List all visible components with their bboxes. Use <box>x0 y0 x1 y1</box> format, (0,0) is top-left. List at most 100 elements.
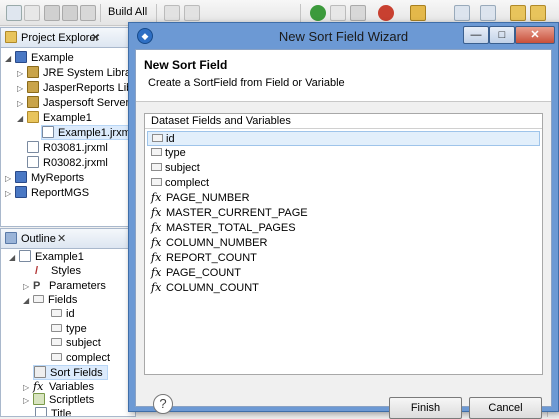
tree-item-jaspersoft-server-library[interactable]: ▷ Jaspersoft Server L <box>17 96 135 111</box>
project-explorer-panel: Project Explorer ✕ ◢ Example ▷ JRE System … <box>0 27 136 227</box>
project-icon <box>15 171 27 183</box>
finish-button[interactable]: Finish <box>389 397 462 419</box>
tree-item-label: Variables <box>49 381 95 393</box>
outline-item-scriptlets[interactable]: ▷ Scriptlets <box>23 393 94 408</box>
dialog-titlebar[interactable]: ◆ New Sort Field Wizard — □ ✕ <box>129 23 558 49</box>
next-annotation-icon[interactable] <box>454 5 470 21</box>
save-icon[interactable] <box>44 5 60 21</box>
cancel-button[interactable]: Cancel <box>469 397 542 419</box>
tree-item-label: R03081.jrxml <box>43 142 108 154</box>
variable-fx-icon: fx <box>151 221 162 234</box>
list-item-master-current-page[interactable]: fx MASTER_CURRENT_PAGE <box>147 206 540 221</box>
report-file-icon <box>42 126 54 138</box>
sort-fields-icon <box>34 366 46 378</box>
previous-annotation-icon[interactable] <box>480 5 496 21</box>
outline-item-subject[interactable]: subject <box>51 336 101 351</box>
tree-item-example1-jrxml[interactable]: Example1.jrxm <box>41 125 135 140</box>
redo-icon[interactable] <box>184 5 200 21</box>
list-item-column-number[interactable]: fx COLUMN_NUMBER <box>147 236 540 251</box>
run-dropdown-chevron-icon[interactable] <box>330 5 346 21</box>
project-explorer-tab[interactable]: Project Explorer <box>21 32 99 44</box>
tree-item-label: Example1.jrxm <box>58 127 131 139</box>
preview-icon[interactable] <box>350 5 366 21</box>
expand-arrow-icon[interactable]: ◢ <box>23 293 33 308</box>
collapsed-arrow-icon[interactable]: ▷ <box>17 66 27 81</box>
fields-icon <box>33 295 44 303</box>
outline-item-complect[interactable]: complect <box>51 351 110 366</box>
tree-item-r03081[interactable]: R03081.jrxml <box>27 141 108 156</box>
tree-item-label: Styles <box>51 265 81 277</box>
outline-item-sort-fields[interactable]: Sort Fields <box>33 365 108 380</box>
collapsed-arrow-icon[interactable]: ▷ <box>5 186 15 201</box>
list-item-report-count[interactable]: fx REPORT_COUNT <box>147 251 540 266</box>
list-item-column-count[interactable]: fx COLUMN_COUNT <box>147 281 540 296</box>
library-icon <box>27 66 39 78</box>
outline-item-type[interactable]: type <box>51 322 87 337</box>
list-item-label: PAGE_NUMBER <box>166 192 250 204</box>
minimize-button[interactable]: — <box>463 26 489 44</box>
tree-item-jasperreports-library[interactable]: ▷ JasperReports Libra <box>17 81 135 96</box>
collapsed-arrow-icon[interactable]: ▷ <box>17 96 27 111</box>
new-dropdown-chevron-icon[interactable] <box>24 5 40 21</box>
list-item-id[interactable]: id <box>147 131 540 146</box>
outline-item-example1[interactable]: ◢ Example1 <box>9 250 84 265</box>
new-sort-field-wizard-dialog: ◆ New Sort Field Wizard — □ ✕ New Sort F… <box>128 22 559 419</box>
build-all-button[interactable]: Build All <box>108 6 147 18</box>
window-close-button[interactable]: ✕ <box>515 26 555 44</box>
print-icon[interactable] <box>80 5 96 21</box>
outline-tab[interactable]: Outline <box>21 233 56 245</box>
field-icon <box>151 148 162 156</box>
list-item-subject[interactable]: subject <box>147 161 540 176</box>
forward-arrow-icon[interactable] <box>530 5 546 21</box>
expand-arrow-icon[interactable]: ◢ <box>9 250 19 265</box>
expand-arrow-icon[interactable]: ◢ <box>17 111 27 126</box>
project-icon <box>15 51 27 63</box>
tree-item-example1-folder[interactable]: ◢ Example1 <box>17 111 92 126</box>
tree-item-r03082[interactable]: R03082.jrxml <box>27 156 108 171</box>
list-item-complect[interactable]: complect <box>147 176 540 191</box>
collapsed-arrow-icon[interactable]: ▷ <box>23 279 33 294</box>
outline-item-styles[interactable]: / Styles <box>35 264 81 279</box>
list-item-label: MASTER_TOTAL_PAGES <box>166 222 296 234</box>
parameters-icon: P <box>33 280 41 292</box>
save-all-icon[interactable] <box>62 5 78 21</box>
close-icon[interactable]: ✕ <box>91 31 100 44</box>
outline-item-parameters[interactable]: ▷ P Parameters <box>23 279 106 294</box>
outline-item-variables[interactable]: ▷ fx Variables <box>23 379 94 394</box>
toolbar-separator <box>300 4 301 22</box>
collapsed-arrow-icon[interactable]: ▷ <box>23 393 33 408</box>
help-icon[interactable]: ? <box>153 394 173 414</box>
close-icon[interactable]: ✕ <box>57 232 66 245</box>
outline-item-fields[interactable]: ◢ Fields <box>23 293 77 308</box>
toolbar-separator <box>100 4 101 22</box>
tree-item-label: id <box>66 308 75 320</box>
undo-icon[interactable] <box>164 5 180 21</box>
collapsed-arrow-icon[interactable]: ▷ <box>5 171 15 186</box>
list-item-type[interactable]: type <box>147 146 540 161</box>
outline-header: Outline ✕ <box>1 229 135 249</box>
folder-icon <box>27 111 39 123</box>
outline-item-title[interactable]: Title <box>35 407 72 417</box>
list-item-page-count[interactable]: fx PAGE_COUNT <box>147 266 540 281</box>
list-item-label: MASTER_CURRENT_PAGE <box>166 207 308 219</box>
back-arrow-icon[interactable] <box>510 5 526 21</box>
new-icon[interactable] <box>6 5 22 21</box>
wrench-icon[interactable] <box>410 5 426 21</box>
fields-variables-list[interactable]: Dataset Fields and Variables id type sub… <box>144 113 543 375</box>
outline-icon <box>5 232 17 244</box>
list-item-master-total-pages[interactable]: fx MASTER_TOTAL_PAGES <box>147 221 540 236</box>
variables-fx-icon: fx <box>33 380 44 393</box>
collapsed-arrow-icon[interactable]: ▷ <box>17 81 27 96</box>
tree-item-reportmgs[interactable]: ▷ ReportMGS <box>5 186 89 201</box>
maximize-button[interactable]: □ <box>489 26 515 44</box>
tree-item-myreports[interactable]: ▷ MyReports <box>5 171 84 186</box>
tree-item-jre-library[interactable]: ▷ JRE System Library <box>17 66 135 81</box>
tree-item-label: Title <box>51 408 72 417</box>
list-item-label: complect <box>165 177 210 189</box>
debug-bug-icon[interactable] <box>378 5 394 21</box>
list-item-page-number[interactable]: fx PAGE_NUMBER <box>147 191 540 206</box>
expand-arrow-icon[interactable]: ◢ <box>5 51 15 66</box>
run-icon[interactable] <box>310 5 326 21</box>
tree-item-example[interactable]: ◢ Example <box>5 51 74 66</box>
outline-item-id[interactable]: id <box>51 307 75 322</box>
